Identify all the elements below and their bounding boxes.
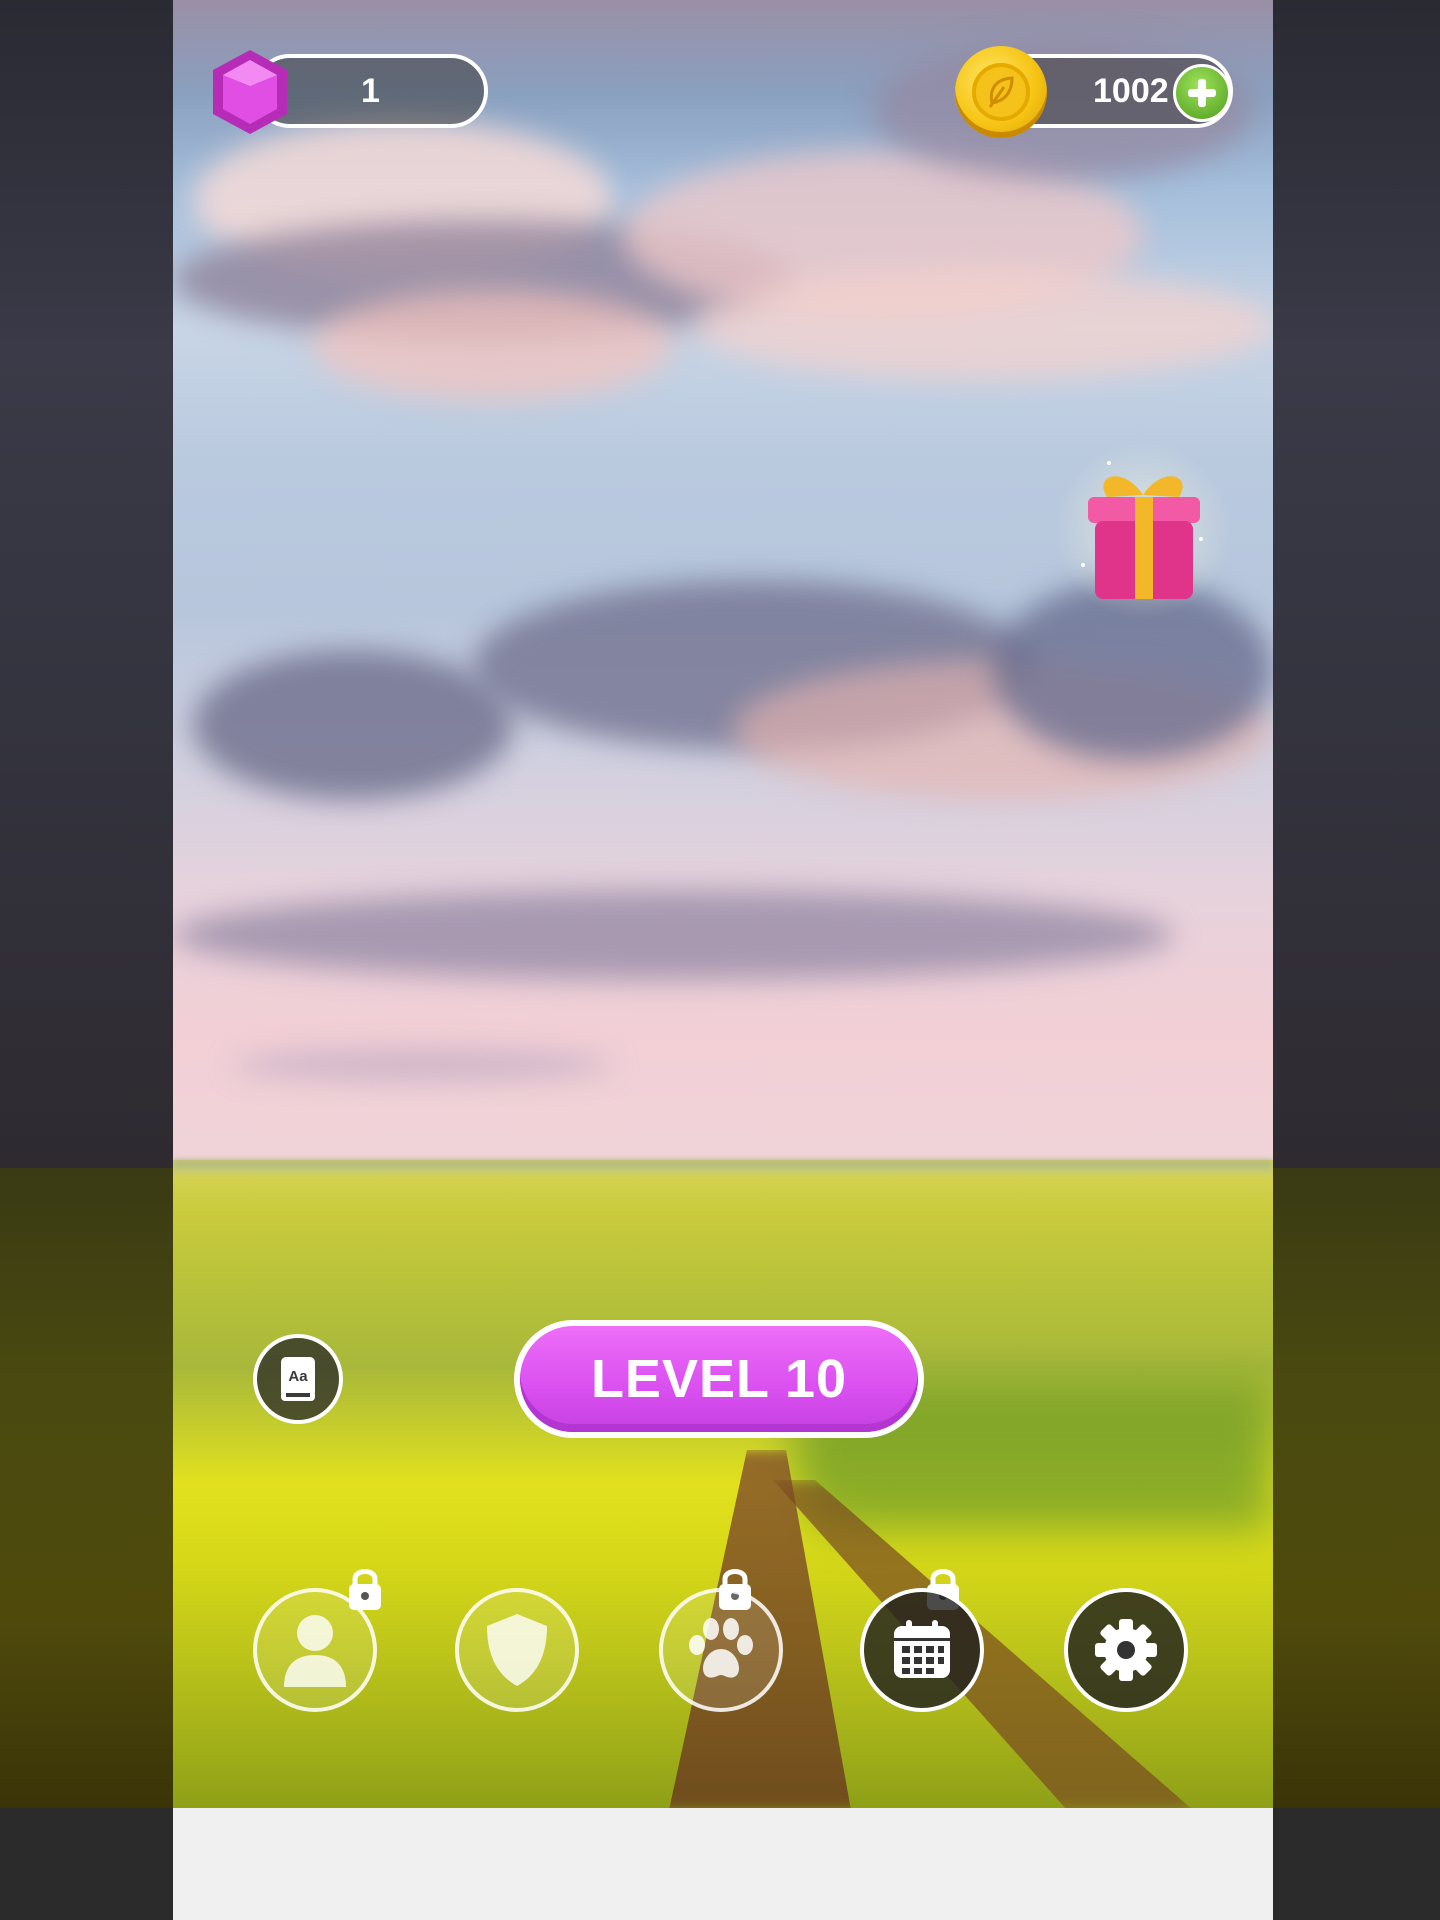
coin-icon — [955, 46, 1047, 138]
cloud — [233, 1050, 613, 1080]
gear-icon — [1095, 1619, 1157, 1681]
gem-count: 1 — [361, 71, 380, 110]
lock-icon — [349, 1569, 381, 1610]
svg-text:Aa: Aa — [288, 1368, 308, 1385]
shield-button[interactable] — [455, 1588, 579, 1712]
pets-button[interactable] — [659, 1588, 783, 1712]
horizon — [173, 1160, 1273, 1174]
leaf-icon — [972, 63, 1030, 121]
plus-icon — [1188, 79, 1216, 107]
level-button[interactable]: LEVEL 10 — [514, 1320, 924, 1438]
cloud — [173, 890, 1173, 980]
user-icon — [284, 1615, 346, 1687]
bottom-panel — [173, 1808, 1273, 1920]
settings-button[interactable] — [1064, 1588, 1188, 1712]
calendar-button[interactable] — [860, 1588, 984, 1712]
dictionary-icon: Aa — [281, 1357, 315, 1401]
calendar-icon — [894, 1620, 950, 1678]
gift-box-button[interactable] — [1073, 455, 1213, 615]
shield-icon — [487, 1614, 547, 1686]
cloud — [693, 270, 1273, 380]
add-coins-button[interactable] — [1173, 64, 1231, 122]
game-scene: 1 1002 Aa LEVEL 10 — [173, 0, 1273, 1808]
cloud — [193, 650, 513, 800]
gem-icon — [213, 50, 287, 134]
coin-count: 1002 — [1093, 72, 1169, 110]
level-label: LEVEL 10 — [520, 1326, 918, 1432]
paw-icon — [689, 1618, 753, 1678]
cloud — [313, 290, 673, 400]
dictionary-button[interactable]: Aa — [253, 1334, 343, 1424]
